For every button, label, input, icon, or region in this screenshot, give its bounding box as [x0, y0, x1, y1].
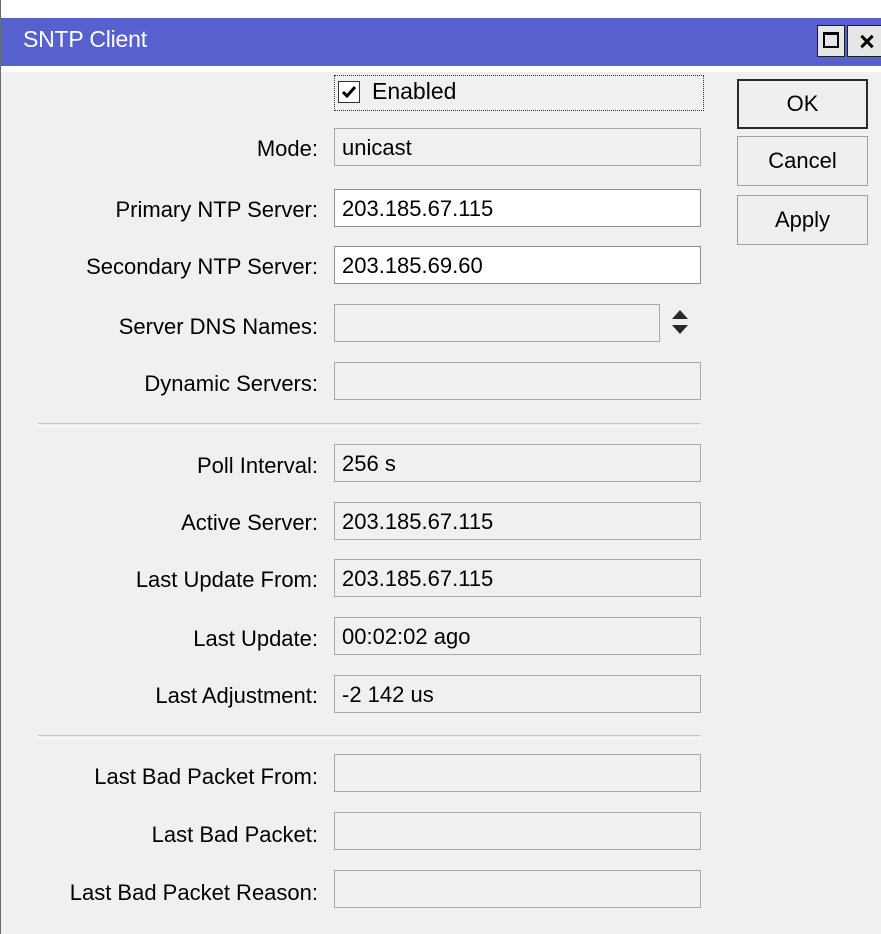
mode-field[interactable]: unicast	[334, 128, 701, 166]
active-server-field: 203.185.67.115	[334, 502, 701, 540]
ok-button[interactable]: OK	[737, 79, 868, 129]
separator	[38, 735, 701, 739]
primary-ntp-server-input[interactable]: 203.185.67.115	[334, 189, 701, 227]
last-bad-packet-reason-field	[334, 870, 701, 908]
checkmark-icon	[341, 86, 357, 99]
active-server-label: Active Server:	[181, 510, 318, 535]
sntp-client-window: SNTP Client Enabled Mode: unicast Primar…	[0, 0, 881, 934]
last-bad-packet-from-label: Last Bad Packet From:	[94, 764, 318, 789]
apply-button[interactable]: Apply	[737, 195, 868, 245]
last-update-label: Last Update:	[193, 626, 318, 651]
enabled-checkbox-row[interactable]: Enabled	[334, 75, 704, 111]
enabled-label: Enabled	[372, 78, 457, 104]
titlebar-bar[interactable]: SNTP Client	[1, 18, 881, 66]
server-dns-names-label: Server DNS Names:	[118, 314, 318, 339]
enabled-checkbox[interactable]	[338, 81, 360, 103]
secondary-ntp-server-label: Secondary NTP Server:	[86, 254, 318, 279]
last-adjustment-label: Last Adjustment:	[155, 683, 318, 708]
mode-label: Mode:	[256, 136, 318, 161]
titlebar[interactable]: SNTP Client	[1, 0, 881, 72]
dynamic-servers-label: Dynamic Servers:	[144, 371, 318, 396]
poll-interval-label: Poll Interval:	[196, 453, 318, 478]
last-bad-packet-from-field	[334, 754, 701, 792]
last-bad-packet-reason-label: Last Bad Packet Reason:	[69, 880, 318, 905]
last-bad-packet-field	[334, 812, 701, 850]
last-update-from-field: 203.185.67.115	[334, 559, 701, 597]
poll-interval-field: 256 s	[334, 444, 701, 482]
primary-ntp-server-label: Primary NTP Server:	[115, 197, 318, 222]
window-title: SNTP Client	[23, 26, 147, 52]
last-bad-packet-label: Last Bad Packet:	[151, 822, 318, 847]
secondary-ntp-server-input[interactable]: 203.185.69.60	[334, 246, 701, 284]
maximize-icon[interactable]	[817, 25, 845, 57]
expand-collapse-icon[interactable]	[669, 307, 691, 337]
separator	[38, 423, 701, 427]
dynamic-servers-field	[334, 362, 701, 400]
close-icon[interactable]	[847, 25, 881, 57]
last-update-field: 00:02:02 ago	[334, 617, 701, 655]
cancel-button[interactable]: Cancel	[737, 136, 868, 186]
last-adjustment-field: -2 142 us	[334, 675, 701, 713]
server-dns-names-field[interactable]	[334, 304, 660, 342]
last-update-from-label: Last Update From:	[135, 567, 318, 592]
